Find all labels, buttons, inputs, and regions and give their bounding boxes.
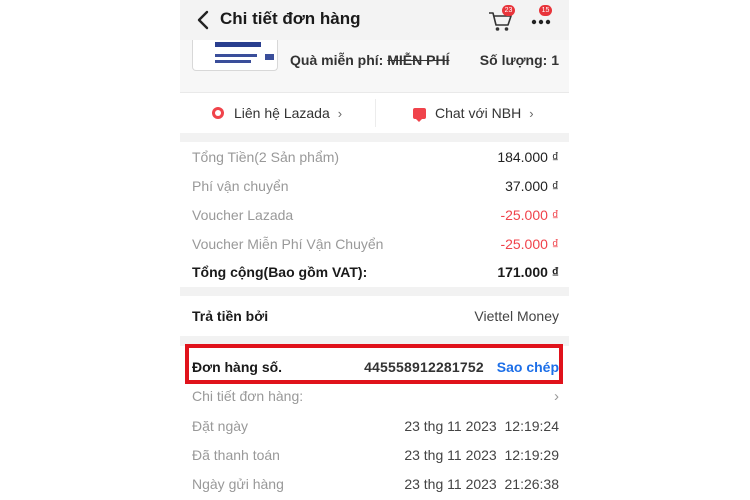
order-details-label: Chi tiết đơn hàng: bbox=[192, 388, 304, 404]
chat-seller-label: Chat với NBH bbox=[435, 105, 522, 121]
price-summary: Tổng Tiền(2 Sản phẩm) 184.000 ₫ Phí vận … bbox=[180, 142, 569, 287]
date-label: Đã thanh toán bbox=[192, 447, 280, 463]
time-value: 21:26:38 bbox=[504, 476, 560, 492]
order-date-row: Đặt ngày 23 thg 11 2023 12:19:24 bbox=[192, 416, 559, 436]
product-row[interactable]: Quà miễn phí: MIỄN PHÍ Số lượng: 1 bbox=[180, 40, 569, 92]
total-label: Tổng cộng(Bao gồm VAT): bbox=[192, 264, 368, 280]
summary-total-row: Tổng cộng(Bao gồm VAT): 171.000 ₫ bbox=[192, 262, 559, 282]
order-details-row[interactable]: Chi tiết đơn hàng: › bbox=[192, 386, 559, 406]
chevron-right-icon: › bbox=[554, 387, 559, 405]
paid-date-row: Đã thanh toán 23 thg 11 2023 12:19:29 bbox=[192, 445, 559, 465]
summary-row: Voucher Lazada -25.000 ₫ bbox=[192, 205, 559, 225]
date-label: Ngày gửi hàng bbox=[192, 476, 284, 492]
time-value: 12:19:29 bbox=[504, 447, 560, 463]
chat-seller-button[interactable]: Chat với NBH › bbox=[413, 93, 534, 133]
page-title: Chi tiết đơn hàng bbox=[220, 9, 361, 28]
time-value: 12:19:24 bbox=[504, 418, 560, 434]
divider bbox=[375, 99, 376, 127]
gift-value: MIỄN PHÍ bbox=[387, 52, 450, 68]
date-value: 23 thg 11 2023 bbox=[404, 418, 497, 434]
date-value: 23 thg 11 2023 bbox=[404, 447, 497, 463]
gift-line: Quà miễn phí: MIỄN PHÍ bbox=[290, 52, 449, 68]
cart-badge: 23 bbox=[502, 5, 515, 16]
payment-method-row: Trả tiền bởi Viettel Money bbox=[180, 296, 569, 336]
contact-lazada-label: Liên hệ Lazada bbox=[234, 105, 330, 121]
chat-icon bbox=[413, 107, 426, 122]
ship-date-row: Ngày gửi hàng 23 thg 11 2023 21:26:38 bbox=[192, 474, 559, 494]
phone-screen: Chi tiết đơn hàng 23 15 Quà miễn phí: MI… bbox=[180, 0, 569, 500]
total-value: 171.000 ₫ bbox=[497, 264, 559, 280]
summary-value: -25.000 ₫ bbox=[500, 236, 559, 252]
product-thumbnail[interactable] bbox=[192, 40, 278, 71]
chevron-right-icon: › bbox=[337, 105, 343, 121]
support-icon bbox=[212, 107, 224, 119]
payment-label: Trả tiền bởi bbox=[192, 308, 269, 324]
quantity-label: Số lượng: 1 bbox=[479, 52, 559, 68]
gift-label: Quà miễn phí: bbox=[290, 52, 384, 68]
back-arrow-icon[interactable] bbox=[196, 10, 210, 30]
summary-value: 37.000 ₫ bbox=[505, 178, 559, 194]
summary-label: Phí vận chuyển bbox=[192, 178, 289, 194]
date-label: Đặt ngày bbox=[192, 418, 249, 434]
summary-value: 184.000 ₫ bbox=[497, 149, 559, 165]
contact-lazada-button[interactable]: Liên hệ Lazada › bbox=[212, 93, 342, 133]
summary-row: Phí vận chuyển 37.000 ₫ bbox=[192, 176, 559, 196]
date-value: 23 thg 11 2023 bbox=[404, 476, 497, 492]
summary-row: Tổng Tiền(2 Sản phẩm) 184.000 ₫ bbox=[192, 147, 559, 167]
order-number-highlight-box bbox=[185, 344, 563, 384]
summary-row: Voucher Miễn Phí Vận Chuyển -25.000 ₫ bbox=[192, 234, 559, 254]
summary-label: Tổng Tiền(2 Sản phẩm) bbox=[192, 149, 340, 165]
more-badge: 15 bbox=[539, 5, 552, 16]
app-header: Chi tiết đơn hàng 23 15 bbox=[180, 0, 569, 40]
payment-value: Viettel Money bbox=[474, 308, 559, 324]
chevron-right-icon: › bbox=[529, 105, 534, 121]
summary-label: Voucher Miễn Phí Vận Chuyển bbox=[192, 236, 384, 252]
summary-value: -25.000 ₫ bbox=[500, 207, 559, 223]
summary-label: Voucher Lazada bbox=[192, 207, 294, 223]
contact-bar: Liên hệ Lazada › Chat với NBH › bbox=[180, 92, 569, 133]
